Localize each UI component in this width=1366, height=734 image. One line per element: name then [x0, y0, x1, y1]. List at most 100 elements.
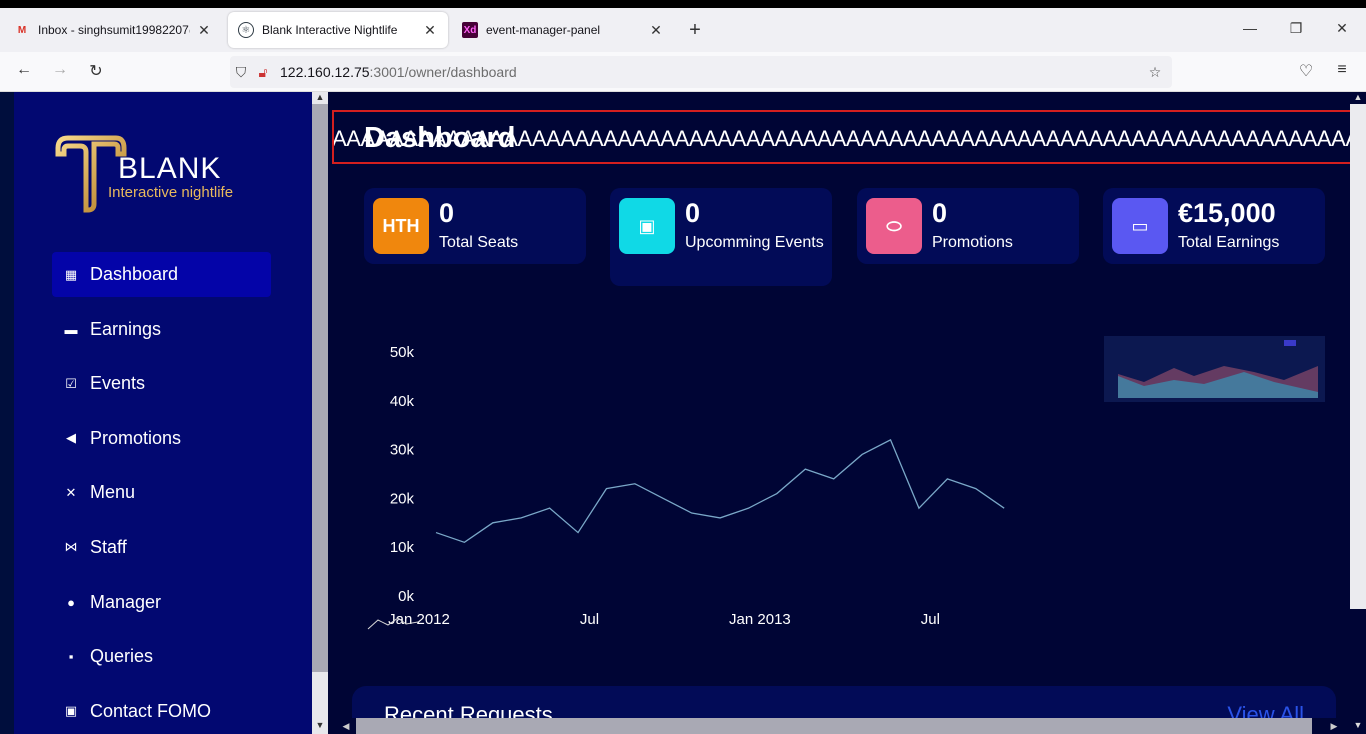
toggle-icon: ⬭ — [866, 198, 922, 254]
scroll-up-icon[interactable]: ▲ — [312, 92, 328, 102]
close-window-icon[interactable]: ✕ — [1322, 20, 1362, 37]
series-line — [435, 438, 1005, 544]
url-host: 122.160.12.75 — [280, 64, 370, 80]
url-path: :3001/owner/dashboard — [369, 64, 517, 80]
page-header: AAAAAAAAAAAAAAAAAAAAAAAAAAAAAAAAAAAAAAAA… — [332, 110, 1350, 164]
close-icon[interactable]: ✕ — [648, 22, 664, 39]
scroll-down-icon[interactable]: ▼ — [312, 720, 328, 730]
megaphone-icon: ◀ — [66, 430, 76, 446]
sidebar-item-staff[interactable]: ⋈ Staff — [52, 525, 271, 570]
sidebar-menu: ▦ Dashboard ▬ Earnings ☑ Events ◀ Promot… — [52, 252, 271, 734]
scroll-left-icon[interactable]: ◀ — [338, 718, 354, 734]
xd-icon: Xd — [462, 22, 478, 38]
chat-icon: ▪ — [68, 649, 74, 665]
back-icon[interactable]: ← — [12, 61, 36, 83]
sidebar-item-label: Dashboard — [90, 264, 179, 284]
main-vertical-scrollbar[interactable]: ▲ ▼ — [1350, 92, 1366, 734]
bookmark-star-icon[interactable]: ☆ — [1144, 64, 1166, 81]
reload-icon[interactable]: ↻ — [84, 61, 108, 83]
insecure-lock-icon[interactable]: 🔓︎ — [252, 64, 274, 81]
money-icon: ▭ — [1112, 198, 1168, 254]
scroll-down-icon[interactable]: ▼ — [1350, 720, 1366, 730]
calendar-icon: ☑ — [65, 375, 77, 391]
seats-icon: HTH — [373, 198, 429, 254]
pocket-icon[interactable]: ♡ — [1294, 61, 1318, 83]
x-tick-label: Jul — [580, 611, 599, 628]
sidebar-item-label: Earnings — [90, 318, 162, 339]
shield-icon[interactable]: ⛉ — [230, 64, 252, 81]
scroll-up-icon[interactable]: ▲ — [1350, 92, 1366, 102]
stat-card-total-seats: HTH 0 Total Seats — [364, 188, 586, 264]
screen-top-edge — [0, 0, 1366, 8]
sidebar-item-dashboard[interactable]: ▦ Dashboard — [52, 252, 271, 297]
x-tick-label: Jan 2012 — [388, 611, 450, 628]
revenue-line-chart: 0k 10k 20k 30k 40k 50k Jan 2012 Jul Jan 2013 Jul — [367, 344, 1005, 630]
sidebar-item-promotions[interactable]: ◀ Promotions — [52, 416, 271, 461]
stat-label: Total Earnings — [1178, 234, 1280, 251]
logo: BLANK Interactive nightlife — [52, 130, 272, 220]
stat-label: Total Seats — [439, 234, 519, 251]
new-tab-button[interactable]: + — [684, 20, 706, 42]
utensils-icon: ✕ — [65, 484, 77, 500]
main-scroll-thumb[interactable] — [1350, 104, 1366, 609]
y-tick-label: 10k — [390, 539, 415, 556]
address-bar[interactable]: ⛉ 🔓︎ 122.160.12.75:3001/owner/dashboard … — [230, 56, 1172, 88]
menu-icon[interactable]: ≡ — [1330, 61, 1354, 83]
scroll-right-icon[interactable]: ▶ — [1326, 718, 1342, 734]
tab-event-manager[interactable]: Xd event-manager-panel ✕ — [452, 12, 674, 48]
tab-label: event-manager-panel — [486, 23, 601, 37]
logo-brand: BLANK — [118, 152, 222, 185]
sidebar-scrollbar[interactable]: ▲ ▼ — [312, 92, 328, 734]
app-viewport: BLANK Interactive nightlife ▦ Dashboard … — [0, 92, 1366, 734]
tab-blank-nightlife[interactable]: ⚛ Blank Interactive Nightlife ✕ — [228, 12, 448, 48]
contact-icon: ▣ — [64, 703, 78, 719]
sidebar-item-events[interactable]: ☑ Events — [52, 361, 271, 406]
money-icon: ▬ — [64, 321, 78, 337]
restore-icon[interactable]: ❐ — [1276, 20, 1316, 37]
bowtie-icon: ⋈ — [64, 539, 78, 555]
sidebar-item-manager[interactable]: ● Manager — [52, 580, 271, 625]
react-icon: ⚛ — [238, 22, 254, 38]
logo-tagline: Interactive nightlife — [108, 184, 234, 201]
y-tick-label: 30k — [390, 442, 415, 459]
y-tick-label: 20k — [390, 490, 415, 507]
page-title: Dashboard — [364, 122, 516, 154]
sidebar-item-contact-fomo[interactable]: ▣ Contact FOMO — [52, 689, 271, 734]
browser-tab-strip: M Inbox - singhsumit19982207@g ✕ ⚛ Blank… — [0, 8, 1366, 52]
tab-inbox[interactable]: M Inbox - singhsumit19982207@g ✕ — [4, 12, 222, 48]
calendar-icon: ▣ — [619, 198, 675, 254]
stat-card-promotions: ⬭ 0 Promotions — [857, 188, 1079, 264]
revenue-preview-thumbnail — [1104, 336, 1325, 402]
stat-value: 0 — [685, 198, 701, 228]
main-horizontal-scrollbar[interactable]: ◀ ▶ — [328, 718, 1350, 734]
sidebar-item-label: Promotions — [90, 427, 182, 448]
stat-value: 0 — [932, 198, 948, 228]
stat-card-total-earnings: ▭ €15,000 Total Earnings — [1103, 188, 1325, 264]
horizontal-scroll-thumb[interactable] — [356, 718, 1312, 734]
sidebar-item-earnings[interactable]: ▬ Earnings — [52, 307, 271, 352]
stat-label: Upcomming Events — [685, 234, 824, 251]
sidebar-item-label: Manager — [90, 591, 162, 612]
sidebar-item-label: Contact FOMO — [90, 700, 212, 721]
sidebar-item-label: Queries — [90, 646, 154, 667]
main-content: AAAAAAAAAAAAAAAAAAAAAAAAAAAAAAAAAAAAAAAA… — [328, 92, 1350, 734]
sidebar-item-label: Menu — [90, 482, 136, 503]
close-icon[interactable]: ✕ — [196, 22, 212, 39]
grid-icon: ▦ — [64, 266, 78, 282]
sidebar-item-queries[interactable]: ▪ Queries — [52, 634, 271, 679]
gmail-icon: M — [17, 24, 27, 36]
stat-value: €15,000 — [1178, 198, 1276, 228]
user-tie-icon: ● — [67, 594, 75, 610]
sidebar-item-menu[interactable]: ✕ Menu — [52, 470, 271, 515]
x-tick-label: Jul — [921, 611, 940, 628]
sidebar-item-label: Events — [90, 373, 146, 394]
stat-card-upcoming-events: ▣ 0 Upcomming Events — [610, 188, 832, 286]
close-icon[interactable]: ✕ — [422, 22, 438, 39]
minimize-icon[interactable]: — — [1230, 20, 1270, 36]
y-tick-label: 50k — [390, 344, 415, 361]
sidebar-scroll-thumb[interactable] — [312, 104, 328, 672]
browser-nav-bar: ← → ↻ ⛉ 🔓︎ 122.160.12.75:3001/owner/dash… — [0, 52, 1366, 92]
forward-icon[interactable]: → — [48, 61, 72, 83]
y-tick-label: 0k — [398, 588, 414, 605]
tab-label: Blank Interactive Nightlife — [262, 23, 398, 37]
